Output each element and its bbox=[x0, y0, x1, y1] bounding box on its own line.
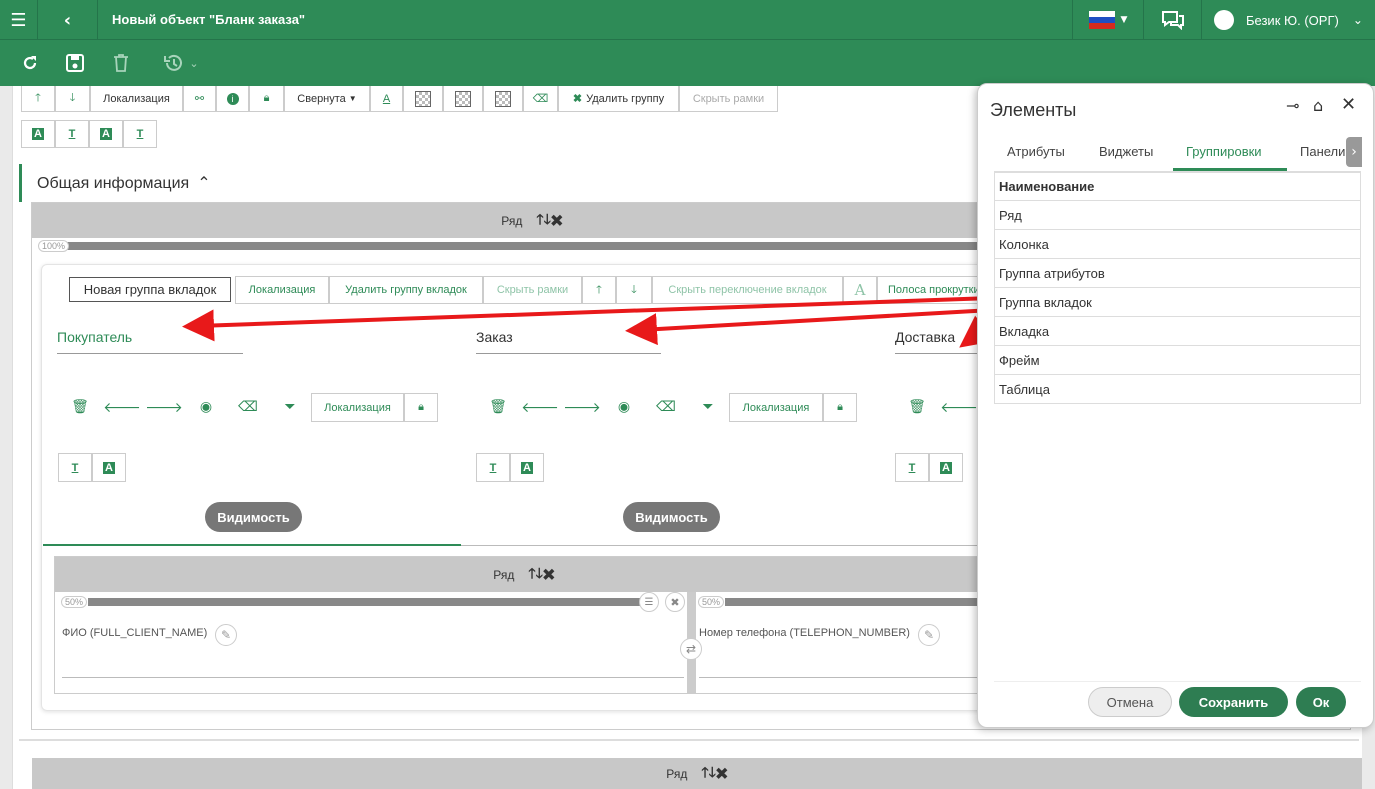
panel-tab-groupings[interactable]: Группировки bbox=[1186, 144, 1262, 159]
column-header: Наименование bbox=[994, 172, 1361, 201]
cancel-button[interactable]: Отмена bbox=[1088, 687, 1172, 717]
tabs-scroll-right-button[interactable]: › bbox=[1346, 137, 1362, 167]
grouping-item-tab-group[interactable]: Группа вкладок bbox=[994, 288, 1361, 317]
grouping-item-table[interactable]: Таблица bbox=[994, 375, 1361, 404]
grouping-item-attribute-group[interactable]: Группа атрибутов bbox=[994, 259, 1361, 288]
chevron-right-icon: › bbox=[1351, 144, 1357, 160]
save-button[interactable]: Сохранить bbox=[1179, 687, 1288, 717]
ok-button[interactable]: Ок bbox=[1296, 687, 1346, 717]
grouping-item-tab[interactable]: Вкладка bbox=[994, 317, 1361, 346]
panel-title: Элементы bbox=[990, 100, 1077, 120]
elements-panel: Элементы ⊸ ⌂ ✕ Атрибуты Виджеты Группиро… bbox=[977, 83, 1374, 728]
grouping-item-column[interactable]: Колонка bbox=[994, 230, 1361, 259]
close-icon[interactable]: ✕ bbox=[1341, 94, 1356, 115]
panel-tab-widgets[interactable]: Виджеты bbox=[1099, 144, 1153, 159]
footer-divider bbox=[994, 681, 1361, 682]
dock-icon[interactable]: ⊸ bbox=[1286, 96, 1299, 115]
arrow-to-buyer-tab bbox=[182, 296, 993, 342]
grouping-item-frame[interactable]: Фрейм bbox=[994, 346, 1361, 375]
collapse-icon[interactable]: ⌂ bbox=[1313, 96, 1323, 115]
arrow-to-order-tab bbox=[625, 308, 993, 346]
panel-tab-panels[interactable]: Панели bbox=[1300, 144, 1345, 159]
panel-tab-attributes[interactable]: Атрибуты bbox=[1007, 144, 1065, 159]
grouping-item-row[interactable]: Ряд bbox=[994, 201, 1361, 230]
